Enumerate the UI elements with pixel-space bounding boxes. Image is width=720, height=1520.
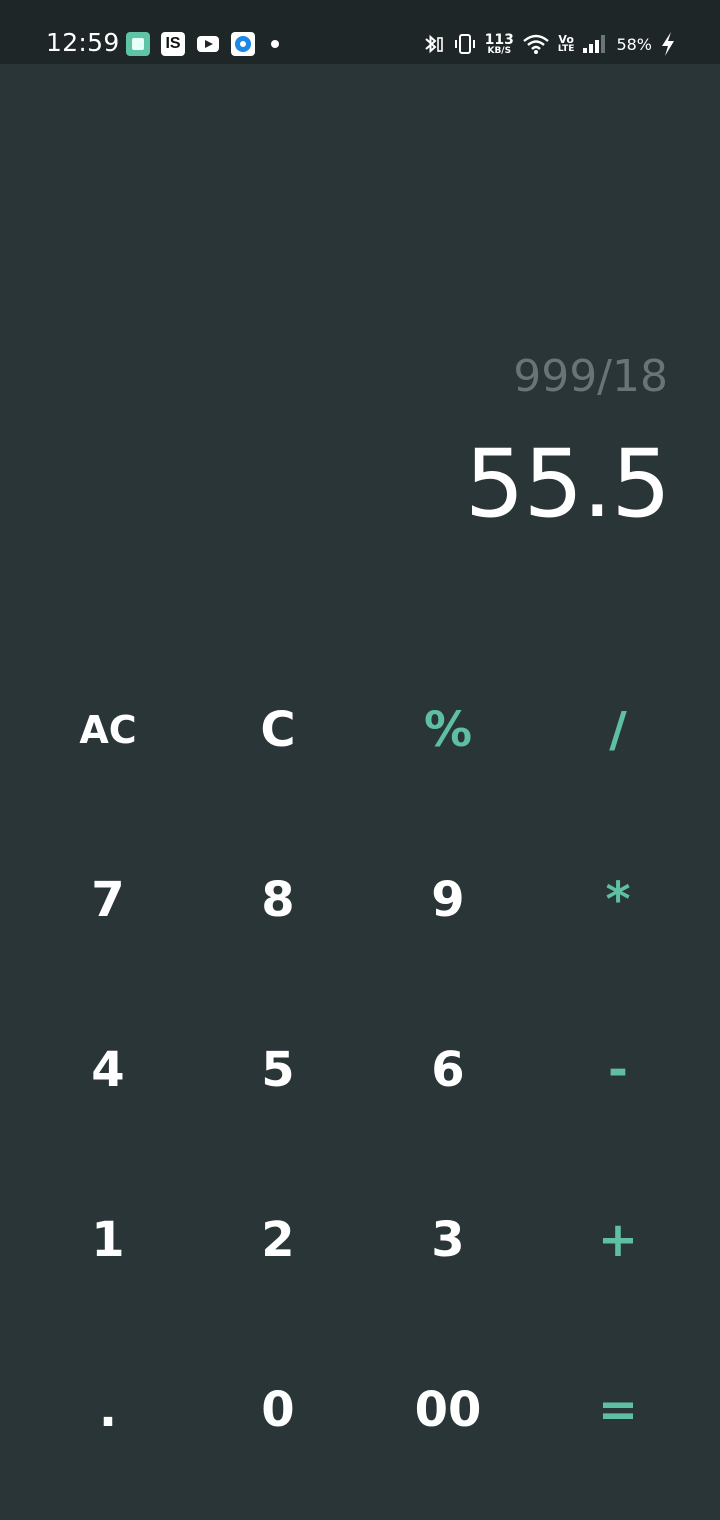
digit-7-button[interactable]: 7 [23,815,193,985]
digit-0-button[interactable]: 0 [193,1325,363,1495]
decimal-point-button[interactable]: . [23,1325,193,1495]
more-notifications-dot-icon [271,40,279,48]
digit-5-button[interactable]: 5 [193,985,363,1155]
vibrate-icon [453,32,477,56]
battery-percent: 58% [616,34,652,54]
status-time: 12:59 [46,28,120,57]
digit-8-button[interactable]: 8 [193,815,363,985]
youtube-icon [196,32,220,56]
all-clear-button[interactable]: AC [23,645,193,815]
percent-button[interactable]: % [363,645,533,815]
result-text: 55.5 [464,430,671,539]
double-zero-button[interactable]: 00 [363,1325,533,1495]
equals-button[interactable]: = [533,1325,703,1495]
digit-1-button[interactable]: 1 [23,1155,193,1325]
subtract-button[interactable]: - [533,985,703,1155]
keypad: AC C % / 7 8 9 * 4 5 6 - 1 2 3 + . 0 00 … [23,645,703,1495]
digit-3-button[interactable]: 3 [363,1155,533,1325]
is-app-icon: IS [161,32,185,56]
digit-6-button[interactable]: 6 [363,985,533,1155]
signal-strength-icon [582,32,608,56]
add-button[interactable]: + [533,1155,703,1325]
multiply-button[interactable]: * [533,815,703,985]
tasks-app-icon [126,32,150,56]
status-bar: 12:59 IS 113 KB/S Vo LTE 58% [0,0,720,64]
notification-icons: IS [126,32,279,56]
volte-bottom: LTE [557,44,575,54]
wifi-icon [522,32,550,56]
browser-app-icon [231,32,255,56]
system-status-icons: 113 KB/S Vo LTE 58% [421,30,676,58]
digit-2-button[interactable]: 2 [193,1155,363,1325]
digit-4-button[interactable]: 4 [23,985,193,1155]
digit-9-button[interactable]: 9 [363,815,533,985]
network-speed: 113 KB/S [485,33,514,56]
divide-button[interactable]: / [533,645,703,815]
charging-bolt-icon [660,31,676,57]
network-speed-unit: KB/S [487,45,512,56]
network-speed-value: 113 [484,31,514,48]
volte-indicator: Vo LTE [558,34,575,54]
clear-button[interactable]: C [193,645,363,815]
bluetooth-icon [421,32,445,56]
expression-text: 999/18 [513,351,668,402]
